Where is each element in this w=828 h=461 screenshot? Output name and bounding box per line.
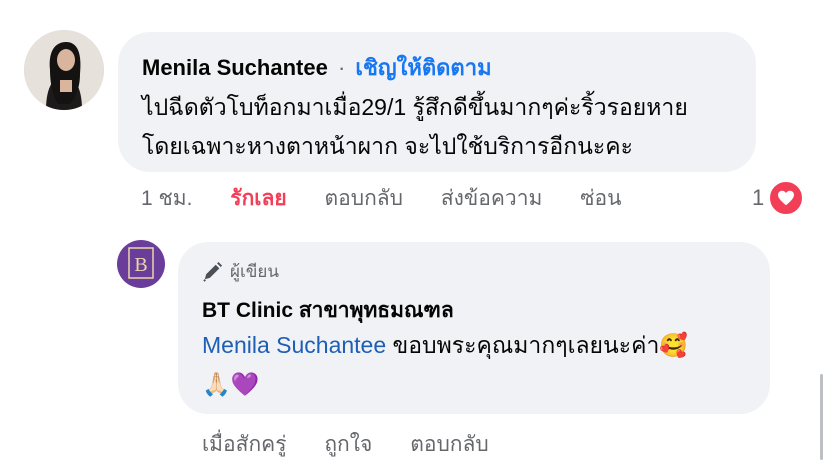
author-badge: ผู้เขียน	[202, 258, 279, 285]
reaction-count: 1	[752, 185, 765, 210]
reply-author-name[interactable]: BT Clinic สาขาพุทธมณฑล	[202, 294, 454, 327]
comment-text-line: ไปฉีดตัวโบท็อกมาเมื่อ29/1 รู้สึกดีขึ้นมา…	[142, 94, 688, 120]
comment-text-line: โดยเฉพาะหางตาหน้าผาก จะไปใช้บริการอีกนะค…	[142, 133, 633, 159]
reply-button[interactable]: ตอบกลับ	[325, 182, 404, 215]
bt-clinic-logo-icon: B	[128, 247, 154, 279]
purple-heart-emoji: 💜	[230, 372, 260, 398]
comment-author-name[interactable]: Menila Suchantee	[142, 55, 328, 80]
reply-bubble: ผู้เขียน BT Clinic สาขาพุทธมณฑล Menila S…	[178, 242, 770, 414]
reply-message: ขอบพระคุณมากๆเลยนะค่า	[386, 332, 660, 358]
like-button[interactable]: ถูกใจ	[324, 428, 372, 461]
love-button[interactable]: รักเลย	[230, 182, 286, 215]
reply-actions: เมื่อสักครู่ ถูกใจ ตอบกลับ	[202, 428, 521, 461]
reply-text: Menila Suchantee ขอบพระคุณมากๆเลยนะค่า🥰 …	[202, 326, 762, 404]
comment-timestamp[interactable]: 1 ชม.	[141, 182, 192, 215]
heart-icon	[768, 180, 805, 216]
mention-link[interactable]: Menila Suchantee	[202, 332, 386, 358]
smiling-face-hearts-emoji: 🥰	[659, 333, 689, 359]
pencil-icon	[203, 261, 223, 282]
folded-hands-emoji: 🙏🏻	[202, 372, 231, 398]
comment-text: ไปฉีดตัวโบท็อกมาเมื่อ29/1 รู้สึกดีขึ้นมา…	[142, 88, 742, 166]
profile-photo-icon	[24, 30, 104, 110]
comment-bubble: Menila Suchantee · เชิญให้ติดตาม ไปฉีดตั…	[118, 32, 756, 172]
reply-reply-button[interactable]: ตอบกลับ	[410, 428, 489, 461]
svg-text:B: B	[134, 254, 147, 276]
commenter-avatar[interactable]	[24, 30, 104, 110]
send-message-button[interactable]: ส่งข้อความ	[441, 182, 543, 215]
comment-actions: 1 ชม. รักเลย ตอบกลับ ส่งข้อความ ซ่อน	[141, 182, 653, 215]
reply-timestamp[interactable]: เมื่อสักครู่	[202, 428, 287, 461]
author-badge-label: ผู้เขียน	[230, 262, 279, 281]
follow-button[interactable]: เชิญให้ติดตาม	[355, 55, 491, 80]
scrollbar[interactable]	[820, 374, 823, 460]
hide-button[interactable]: ซ่อน	[580, 182, 621, 215]
separator-dot: ·	[337, 55, 346, 80]
page-avatar[interactable]: B	[117, 240, 165, 288]
reaction-summary[interactable]: 1	[752, 180, 805, 216]
